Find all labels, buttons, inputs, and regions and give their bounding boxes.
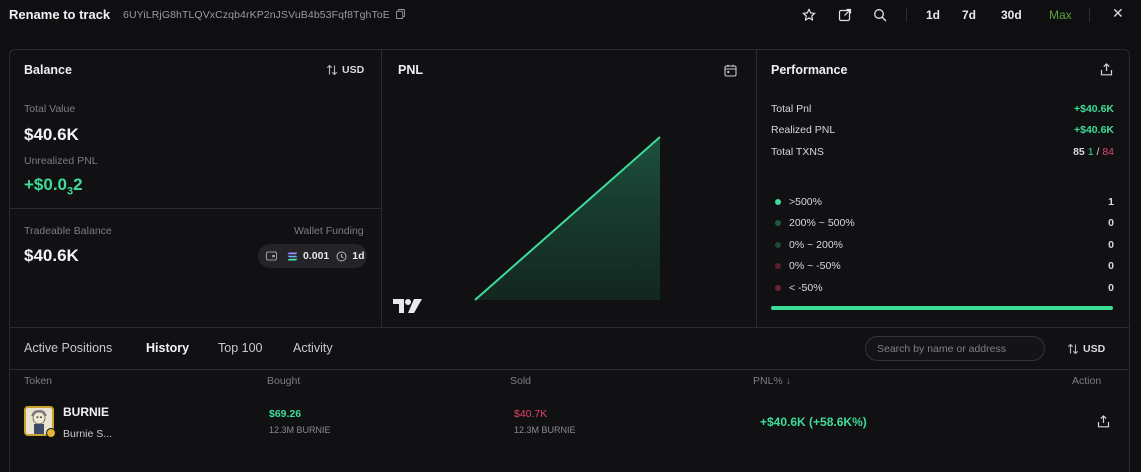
close-icon[interactable]: ✕ (1112, 5, 1124, 22)
divider (1089, 8, 1090, 22)
distribution-row: 0% ~ 200% 0 (775, 239, 1114, 251)
divider (906, 8, 907, 22)
distribution-row: 200% ~ 500% 0 (775, 217, 1114, 229)
wallet-address: 6UYiLRjG8hTLQVxCzqb4rKP2nJSVuB4b53Fqf8Tg… (123, 9, 390, 21)
column-sold: Sold (510, 375, 532, 387)
dot-icon (775, 220, 781, 226)
search-placeholder: Search by name or address (877, 342, 1006, 355)
search-input[interactable]: Search by name or address (865, 336, 1045, 361)
wallet-title[interactable]: Rename to track (9, 7, 110, 22)
distribution-label: >500% (789, 196, 822, 208)
external-link-icon[interactable] (838, 8, 852, 22)
distribution-count: 1 (1108, 196, 1114, 208)
timeframe-1d[interactable]: 1d (926, 8, 940, 22)
sold-amount: 12.3M BURNIE (514, 425, 576, 435)
realized-pnl-label: Realized PNL (771, 124, 836, 136)
distribution-count: 0 (1108, 260, 1114, 272)
total-txns-row: Total TXNS 85 1 / 84 (771, 146, 1114, 158)
distribution-row: >500% 1 (775, 196, 1114, 208)
share-icon[interactable] (1100, 63, 1113, 76)
pnl-title: PNL (398, 63, 423, 77)
realized-pnl-value: +$40.6K (1074, 124, 1114, 136)
unrealized-pnl-label: Unrealized PNL (24, 155, 98, 167)
wallet-funding-age: 1d (352, 250, 365, 262)
sold-value: $40.7K (514, 408, 548, 420)
total-txns-value: 85 1 / 84 (1073, 146, 1114, 158)
tab-activity[interactable]: Activity (293, 341, 333, 355)
bought-value: $69.26 (269, 408, 302, 420)
top-bar: Rename to track 6UYiLRjG8hTLQVxCzqb4rKP2… (0, 0, 1141, 31)
divider (10, 208, 381, 209)
distribution-count: 0 (1108, 282, 1114, 294)
total-pnl-value: +$40.6K (1074, 103, 1114, 115)
currency-label: USD (342, 64, 365, 76)
distribution-bar (771, 306, 1113, 310)
swap-icon (326, 64, 338, 76)
swap-icon (1067, 343, 1079, 355)
column-bought: Bought (267, 375, 301, 387)
column-pnl-percent[interactable]: PNL% ↓ (753, 375, 791, 387)
wallet-funding-pill[interactable]: 0.001 1d (258, 244, 367, 268)
dot-icon (775, 263, 781, 269)
wallet-icon (266, 251, 277, 261)
solana-icon (287, 252, 298, 260)
balance-title: Balance (24, 63, 72, 77)
total-pnl-label: Total Pnl (771, 103, 812, 115)
share-icon[interactable] (1097, 415, 1110, 428)
table-currency-toggle[interactable]: USD (1067, 343, 1105, 355)
distribution-label: 0% ~ -50% (789, 260, 841, 272)
copy-icon[interactable] (396, 9, 405, 19)
realized-pnl-row: Realized PNL +$40.6K (771, 124, 1114, 136)
pnl-value: +$40.6K (+58.6K%) (760, 415, 867, 429)
total-txns-label: Total TXNS (771, 146, 824, 158)
total-pnl-row: Total Pnl +$40.6K (771, 103, 1114, 115)
tab-active-positions[interactable]: Active Positions (24, 341, 112, 355)
timeframe-max[interactable]: Max (1049, 8, 1072, 22)
distribution-label: 200% ~ 500% (789, 217, 855, 229)
column-action: Action (1072, 375, 1102, 387)
column-token: Token (24, 375, 53, 387)
dot-icon (775, 199, 781, 205)
unrealized-pnl-value: +$0.032 (24, 175, 83, 198)
bought-amount: 12.3M BURNIE (269, 425, 331, 435)
total-value-label: Total Value (24, 103, 76, 115)
badge-icon (46, 428, 56, 438)
wallet-funding-amount: 0.001 (303, 250, 330, 262)
tradeable-balance-label: Tradeable Balance (24, 225, 112, 237)
dot-icon (775, 285, 781, 291)
distribution-count: 0 (1108, 239, 1114, 251)
star-icon[interactable] (802, 8, 816, 22)
currency-toggle[interactable]: USD (326, 64, 364, 76)
distribution-count: 0 (1108, 217, 1114, 229)
wallet-funding-label: Wallet Funding (294, 225, 364, 237)
clock-icon (336, 251, 347, 261)
distribution-row: < -50% 0 (775, 282, 1114, 294)
tab-history[interactable]: History (146, 341, 189, 355)
pnl-chart (474, 136, 661, 301)
currency-label: USD (1083, 343, 1106, 355)
tab-top-100[interactable]: Top 100 (218, 341, 262, 355)
sort-down-icon: ↓ (785, 375, 791, 387)
timeframe-7d[interactable]: 7d (962, 8, 976, 22)
calendar-icon[interactable] (724, 64, 737, 77)
total-value: $40.6K (24, 125, 79, 144)
performance-title: Performance (771, 63, 848, 77)
tradingview-logo-icon (393, 299, 422, 313)
divider (756, 50, 757, 327)
distribution-label: < -50% (789, 282, 823, 294)
divider (10, 327, 1129, 328)
dot-icon (775, 242, 781, 248)
distribution-row: 0% ~ -50% 0 (775, 260, 1114, 272)
tradeable-balance-value: $40.6K (24, 246, 79, 265)
token-name: BURNIE (63, 405, 110, 419)
timeframe-30d[interactable]: 30d (1001, 8, 1022, 22)
search-icon[interactable] (873, 8, 887, 22)
token-subname: Burnie S... (63, 428, 113, 440)
divider (10, 369, 1129, 370)
distribution-label: 0% ~ 200% (789, 239, 843, 251)
